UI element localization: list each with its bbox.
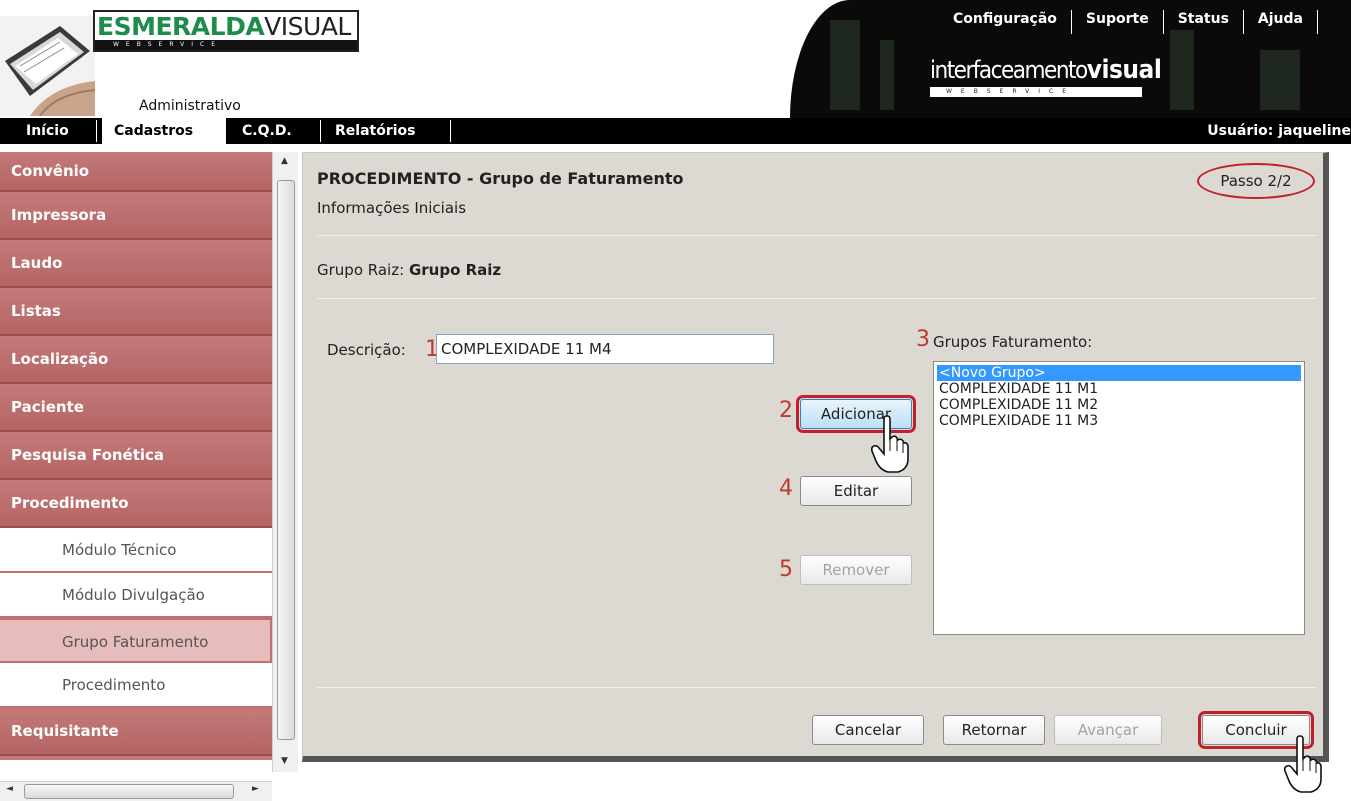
- groups-listbox[interactable]: <Novo Grupo> COMPLEXIDADE 11 M1 COMPLEXI…: [933, 361, 1305, 635]
- scrollbar-thumb[interactable]: [277, 180, 295, 740]
- step-marker-3: 3: [916, 327, 930, 352]
- sidebar: Convênio Impressora Laudo Listas Localiz…: [0, 152, 272, 760]
- top-nav: Configuração Suporte Status Ajuda: [939, 10, 1318, 34]
- brand-strip: WEBSERVICE: [95, 40, 357, 50]
- logo-image: [0, 16, 95, 116]
- root-group-field: Grupo Raiz: Grupo Raiz: [317, 261, 501, 279]
- step-marker-4: 4: [779, 476, 793, 501]
- panel-subtitle: Informações Iniciais: [317, 199, 467, 217]
- nav-cqd[interactable]: C.Q.D.: [242, 118, 316, 144]
- sidebar-item-paciente[interactable]: Paciente: [0, 384, 272, 432]
- list-item[interactable]: COMPLEXIDADE 11 M1: [937, 381, 1301, 397]
- user-label: Usuário: jaqueline: [1207, 123, 1351, 139]
- nav-cadastros[interactable]: Cadastros: [102, 118, 226, 144]
- root-group-label: Grupo Raiz:: [317, 261, 405, 279]
- iv-logo-part2: visual: [1086, 55, 1162, 85]
- groups-label: Grupos Faturamento:: [933, 333, 1093, 351]
- nav-relatorios[interactable]: Relatórios: [335, 118, 445, 144]
- description-label: Descrição:: [327, 341, 406, 359]
- sidebar-item-pesquisa-fonetica[interactable]: Pesquisa Fonética: [0, 432, 272, 480]
- hand-cursor-icon: [870, 415, 909, 473]
- scroll-up-icon[interactable]: ▲: [281, 156, 288, 166]
- cancel-button[interactable]: Cancelar: [812, 715, 924, 745]
- top-link-ajuda[interactable]: Ajuda: [1242, 10, 1318, 34]
- step-marker-5: 5: [779, 557, 793, 582]
- sidebar-item-impressora[interactable]: Impressora: [0, 192, 272, 240]
- iv-strip: WEBSERVICE: [930, 87, 1142, 97]
- iv-logo: interfaceamentovisual WEBSERVICE: [930, 54, 1162, 104]
- sidebar-item-laudo[interactable]: Laudo: [0, 240, 272, 288]
- sidebar-subitem-modulo-divulgacao[interactable]: Módulo Divulgação: [0, 573, 272, 618]
- sidebar-item-convenio[interactable]: Convênio: [0, 152, 272, 192]
- main-nav: Início Cadastros C.Q.D. Relatórios Usuár…: [0, 118, 1351, 144]
- hand-cursor-icon: [1283, 735, 1322, 793]
- top-link-suporte[interactable]: Suporte: [1070, 10, 1163, 34]
- top-link-status[interactable]: Status: [1162, 10, 1243, 34]
- next-button[interactable]: Avançar: [1054, 715, 1162, 745]
- app-subtitle: Administrativo: [139, 98, 241, 114]
- brand-logo: ESMERALDAVISUAL WEBSERVICE: [93, 10, 359, 52]
- content-panel: PROCEDIMENTO - Grupo de Faturamento Info…: [302, 152, 1329, 762]
- back-button[interactable]: Retornar: [943, 715, 1045, 745]
- scroll-right-icon[interactable]: ►: [252, 784, 259, 794]
- panel-title: PROCEDIMENTO - Grupo de Faturamento: [317, 169, 684, 188]
- scroll-down-icon[interactable]: ▼: [281, 756, 288, 766]
- description-input[interactable]: [436, 334, 774, 364]
- horizontal-scrollbar-thumb[interactable]: [24, 784, 234, 799]
- sidebar-item-listas[interactable]: Listas: [0, 288, 272, 336]
- header: ESMERALDAVISUAL WEBSERVICE Administrativ…: [0, 0, 1351, 118]
- list-item[interactable]: <Novo Grupo>: [937, 365, 1301, 381]
- sidebar-item-next[interactable]: [0, 756, 272, 760]
- edit-button[interactable]: Editar: [800, 476, 912, 506]
- iv-logo-part1: interfaceamento: [930, 56, 1088, 84]
- step-indicator: Passo 2/2: [1197, 163, 1315, 199]
- sidebar-subitem-procedimento[interactable]: Procedimento: [0, 663, 272, 708]
- top-link-configuracao[interactable]: Configuração: [939, 10, 1071, 34]
- brand-name-part1: ESMERALDA: [97, 12, 265, 41]
- nav-inicio[interactable]: Início: [12, 118, 92, 144]
- sidebar-item-procedimento[interactable]: Procedimento: [0, 480, 272, 528]
- list-item[interactable]: COMPLEXIDADE 11 M2: [937, 397, 1301, 413]
- scroll-left-icon[interactable]: ◄: [6, 784, 13, 794]
- sidebar-subitem-grupo-faturamento[interactable]: Grupo Faturamento: [0, 618, 272, 663]
- remove-button[interactable]: Remover: [800, 555, 912, 585]
- brand-name-part2: VISUAL: [264, 12, 351, 41]
- sidebar-vertical-scrollbar[interactable]: ▲ ▼: [272, 152, 298, 772]
- header-banner: Configuração Suporte Status Ajuda interf…: [790, 0, 1351, 118]
- sidebar-item-requisitante[interactable]: Requisitante: [0, 708, 272, 756]
- sidebar-horizontal-scrollbar[interactable]: ◄ ►: [0, 781, 272, 801]
- list-item[interactable]: COMPLEXIDADE 11 M3: [937, 413, 1301, 429]
- sidebar-item-localizacao[interactable]: Localização: [0, 336, 272, 384]
- step-marker-2: 2: [779, 398, 793, 423]
- root-group-value: Grupo Raiz: [408, 261, 502, 279]
- sidebar-subitem-modulo-tecnico[interactable]: Módulo Técnico: [0, 528, 272, 573]
